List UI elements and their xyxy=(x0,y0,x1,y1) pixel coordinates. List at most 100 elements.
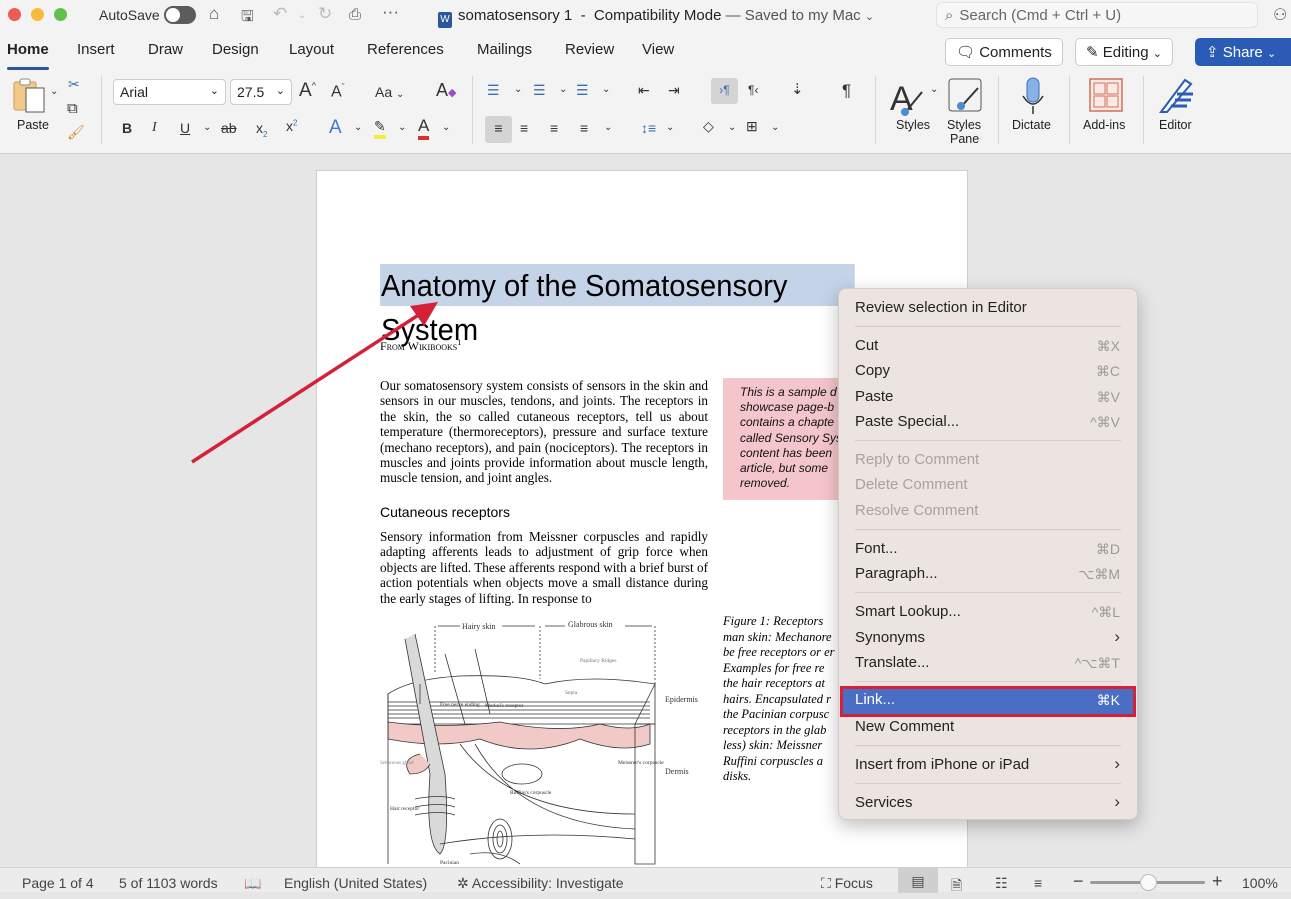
menu-item-link[interactable]: Link... ⌘K xyxy=(840,686,1136,717)
borders-icon[interactable]: ⊞ xyxy=(746,118,758,135)
skin-receptors-figure[interactable]: Hairy skin Glabrous skin Papillary Ridge… xyxy=(380,614,710,867)
underline-dropdown-icon[interactable]: ⌄ xyxy=(203,122,211,133)
microphone-icon[interactable] xyxy=(1020,76,1046,116)
superscript-button[interactable]: x2 xyxy=(286,118,297,134)
paragraph-intro[interactable]: Our somatosensory system consists of sen… xyxy=(380,378,708,486)
home-icon[interactable]: ⌂ xyxy=(209,4,219,24)
zoom-slider[interactable] xyxy=(1090,874,1205,891)
web-layout-button[interactable]: 🗎 xyxy=(951,875,962,899)
grow-font-icon[interactable]: A^ xyxy=(299,80,316,102)
undo-icon[interactable]: ↶ xyxy=(273,4,287,24)
menu-item-synonyms[interactable]: Synonyms › xyxy=(843,627,1133,651)
justify-dropdown-icon[interactable]: ⌄ xyxy=(604,122,612,133)
clear-formatting-icon[interactable]: A◆ xyxy=(436,80,456,101)
zoom-level[interactable]: 100% xyxy=(1242,875,1278,891)
menu-item-font[interactable]: Font... ⌘D xyxy=(843,538,1133,562)
menu-item-paste[interactable]: Paste ⌘V xyxy=(843,386,1133,410)
zoom-in-button[interactable]: + xyxy=(1212,871,1223,892)
sidebar-note[interactable]: This is a sample d showcase page-b conta… xyxy=(723,378,843,500)
multilevel-list-icon[interactable]: ☰ xyxy=(576,82,589,99)
paste-dropdown-icon[interactable]: ⌄ xyxy=(50,86,58,97)
redo-icon[interactable]: ↻ xyxy=(318,4,332,24)
menu-item-copy[interactable]: Copy ⌘C xyxy=(843,360,1133,384)
print-icon[interactable]: ⎙ xyxy=(349,6,361,23)
save-icon[interactable]: 🖫 xyxy=(241,6,254,31)
undo-dropdown-icon[interactable]: ⌄ xyxy=(298,10,306,21)
text-effects-icon[interactable]: A xyxy=(329,117,342,139)
figure-caption[interactable]: Figure 1: Receptors man skin: Mechanore … xyxy=(723,614,843,785)
align-right-button[interactable]: ≡ xyxy=(550,120,558,136)
font-size-select[interactable]: 27.5 ⌄ xyxy=(230,79,292,105)
comments-button[interactable]: 🗨 Comments xyxy=(945,38,1063,66)
add-ins-icon[interactable] xyxy=(1089,78,1123,112)
account-icon[interactable]: ⚇ xyxy=(1273,5,1287,25)
text-effects-dropdown-icon[interactable]: ⌄ xyxy=(354,122,362,133)
search-input[interactable]: ⌕ Search (Cmd + Ctrl + U) xyxy=(936,2,1258,28)
underline-button[interactable]: U xyxy=(180,120,190,136)
language[interactable]: English (United States) xyxy=(284,875,427,891)
more-icon[interactable]: ··· xyxy=(382,2,399,22)
outline-view-button[interactable]: ☷ xyxy=(995,875,1008,892)
font-color-icon[interactable]: A xyxy=(418,116,430,140)
zoom-window-button[interactable] xyxy=(54,8,67,21)
paragraph-cutaneous[interactable]: Sensory information from Meissner corpus… xyxy=(380,529,708,606)
focus-button[interactable]: ⛶ Focus xyxy=(821,875,873,892)
decrease-indent-icon[interactable]: ⇤ xyxy=(638,82,650,99)
change-case-button[interactable]: Aa ⌄ xyxy=(375,84,404,100)
rtl-paragraph-button[interactable]: ¶‹ xyxy=(748,83,758,97)
increase-indent-icon[interactable]: ⇥ xyxy=(668,82,680,99)
menu-item-new-comment[interactable]: New Comment xyxy=(843,716,1133,740)
menu-item-paragraph[interactable]: Paragraph... ⌥⌘M xyxy=(843,563,1133,587)
tab-design[interactable]: Design xyxy=(212,41,259,58)
document-title-heading[interactable]: Anatomy of the Somatosensory System xyxy=(380,264,855,347)
numbering-dropdown-icon[interactable]: ⌄ xyxy=(559,84,567,95)
sort-icon[interactable]: ⇣ xyxy=(791,80,804,98)
editor-icon[interactable] xyxy=(1157,76,1197,114)
line-spacing-dropdown-icon[interactable]: ⌄ xyxy=(666,122,674,133)
justify-button[interactable]: ≡ xyxy=(580,120,588,136)
ltr-paragraph-button[interactable]: ›¶ xyxy=(711,78,738,104)
zoom-out-button[interactable]: − xyxy=(1073,871,1084,892)
numbering-icon[interactable]: ☰ xyxy=(533,82,546,99)
page-count[interactable]: Page 1 of 4 xyxy=(22,875,94,891)
share-button[interactable]: ⇪ Share ⌄ xyxy=(1195,38,1291,66)
tab-draw[interactable]: Draw xyxy=(148,41,183,58)
copy-icon[interactable]: ⧉ xyxy=(67,100,78,117)
editing-mode-button[interactable]: ✎ Editing ⌄ xyxy=(1075,38,1174,66)
tab-references[interactable]: References xyxy=(367,41,444,58)
multilevel-dropdown-icon[interactable]: ⌄ xyxy=(602,84,610,95)
paste-icon[interactable] xyxy=(12,78,48,114)
show-formatting-marks-icon[interactable]: ¶ xyxy=(842,81,851,101)
draft-view-button[interactable]: ≡ xyxy=(1034,875,1042,891)
font-name-select[interactable]: Arial ⌄ xyxy=(113,79,226,105)
subscript-button[interactable]: x2 xyxy=(256,120,267,139)
close-window-button[interactable] xyxy=(8,8,21,21)
cut-icon[interactable]: ✂ xyxy=(68,76,80,93)
zoom-slider-thumb[interactable] xyxy=(1139,874,1157,891)
tab-mailings[interactable]: Mailings xyxy=(477,41,532,58)
tab-home[interactable]: Home xyxy=(7,41,49,70)
tab-view[interactable]: View xyxy=(642,41,674,58)
menu-item-smart-lookup[interactable]: Smart Lookup... ^⌘L xyxy=(843,601,1133,625)
tab-layout[interactable]: Layout xyxy=(289,41,334,58)
align-center-button[interactable]: ≡ xyxy=(520,120,528,136)
menu-item-insert-from-iphone[interactable]: Insert from iPhone or iPad › xyxy=(843,754,1133,778)
menu-item-paste-special[interactable]: Paste Special... ^⌘V xyxy=(843,411,1133,435)
menu-item-review-selection[interactable]: Review selection in Editor xyxy=(843,297,1133,321)
highlight-icon[interactable]: ✎ xyxy=(374,118,386,139)
styles-dropdown-icon[interactable]: ⌄ xyxy=(930,84,938,95)
accessibility-status[interactable]: ✲ Accessibility: Investigate xyxy=(457,875,624,892)
bullets-dropdown-icon[interactable]: ⌄ xyxy=(514,84,522,95)
tab-insert[interactable]: Insert xyxy=(77,41,115,58)
bold-button[interactable]: B xyxy=(122,120,132,136)
line-spacing-icon[interactable]: ↕≡ xyxy=(641,120,656,136)
styles-pane-icon[interactable] xyxy=(948,78,984,114)
align-left-button[interactable]: ≡ xyxy=(485,116,512,143)
minimize-window-button[interactable] xyxy=(31,8,44,21)
menu-item-cut[interactable]: Cut ⌘X xyxy=(843,335,1133,359)
highlight-dropdown-icon[interactable]: ⌄ xyxy=(398,122,406,133)
strikethrough-button[interactable]: ab xyxy=(221,120,237,136)
shading-dropdown-icon[interactable]: ⌄ xyxy=(728,122,736,133)
word-count[interactable]: 5 of 1103 words xyxy=(119,875,218,891)
tab-review[interactable]: Review xyxy=(565,41,614,58)
